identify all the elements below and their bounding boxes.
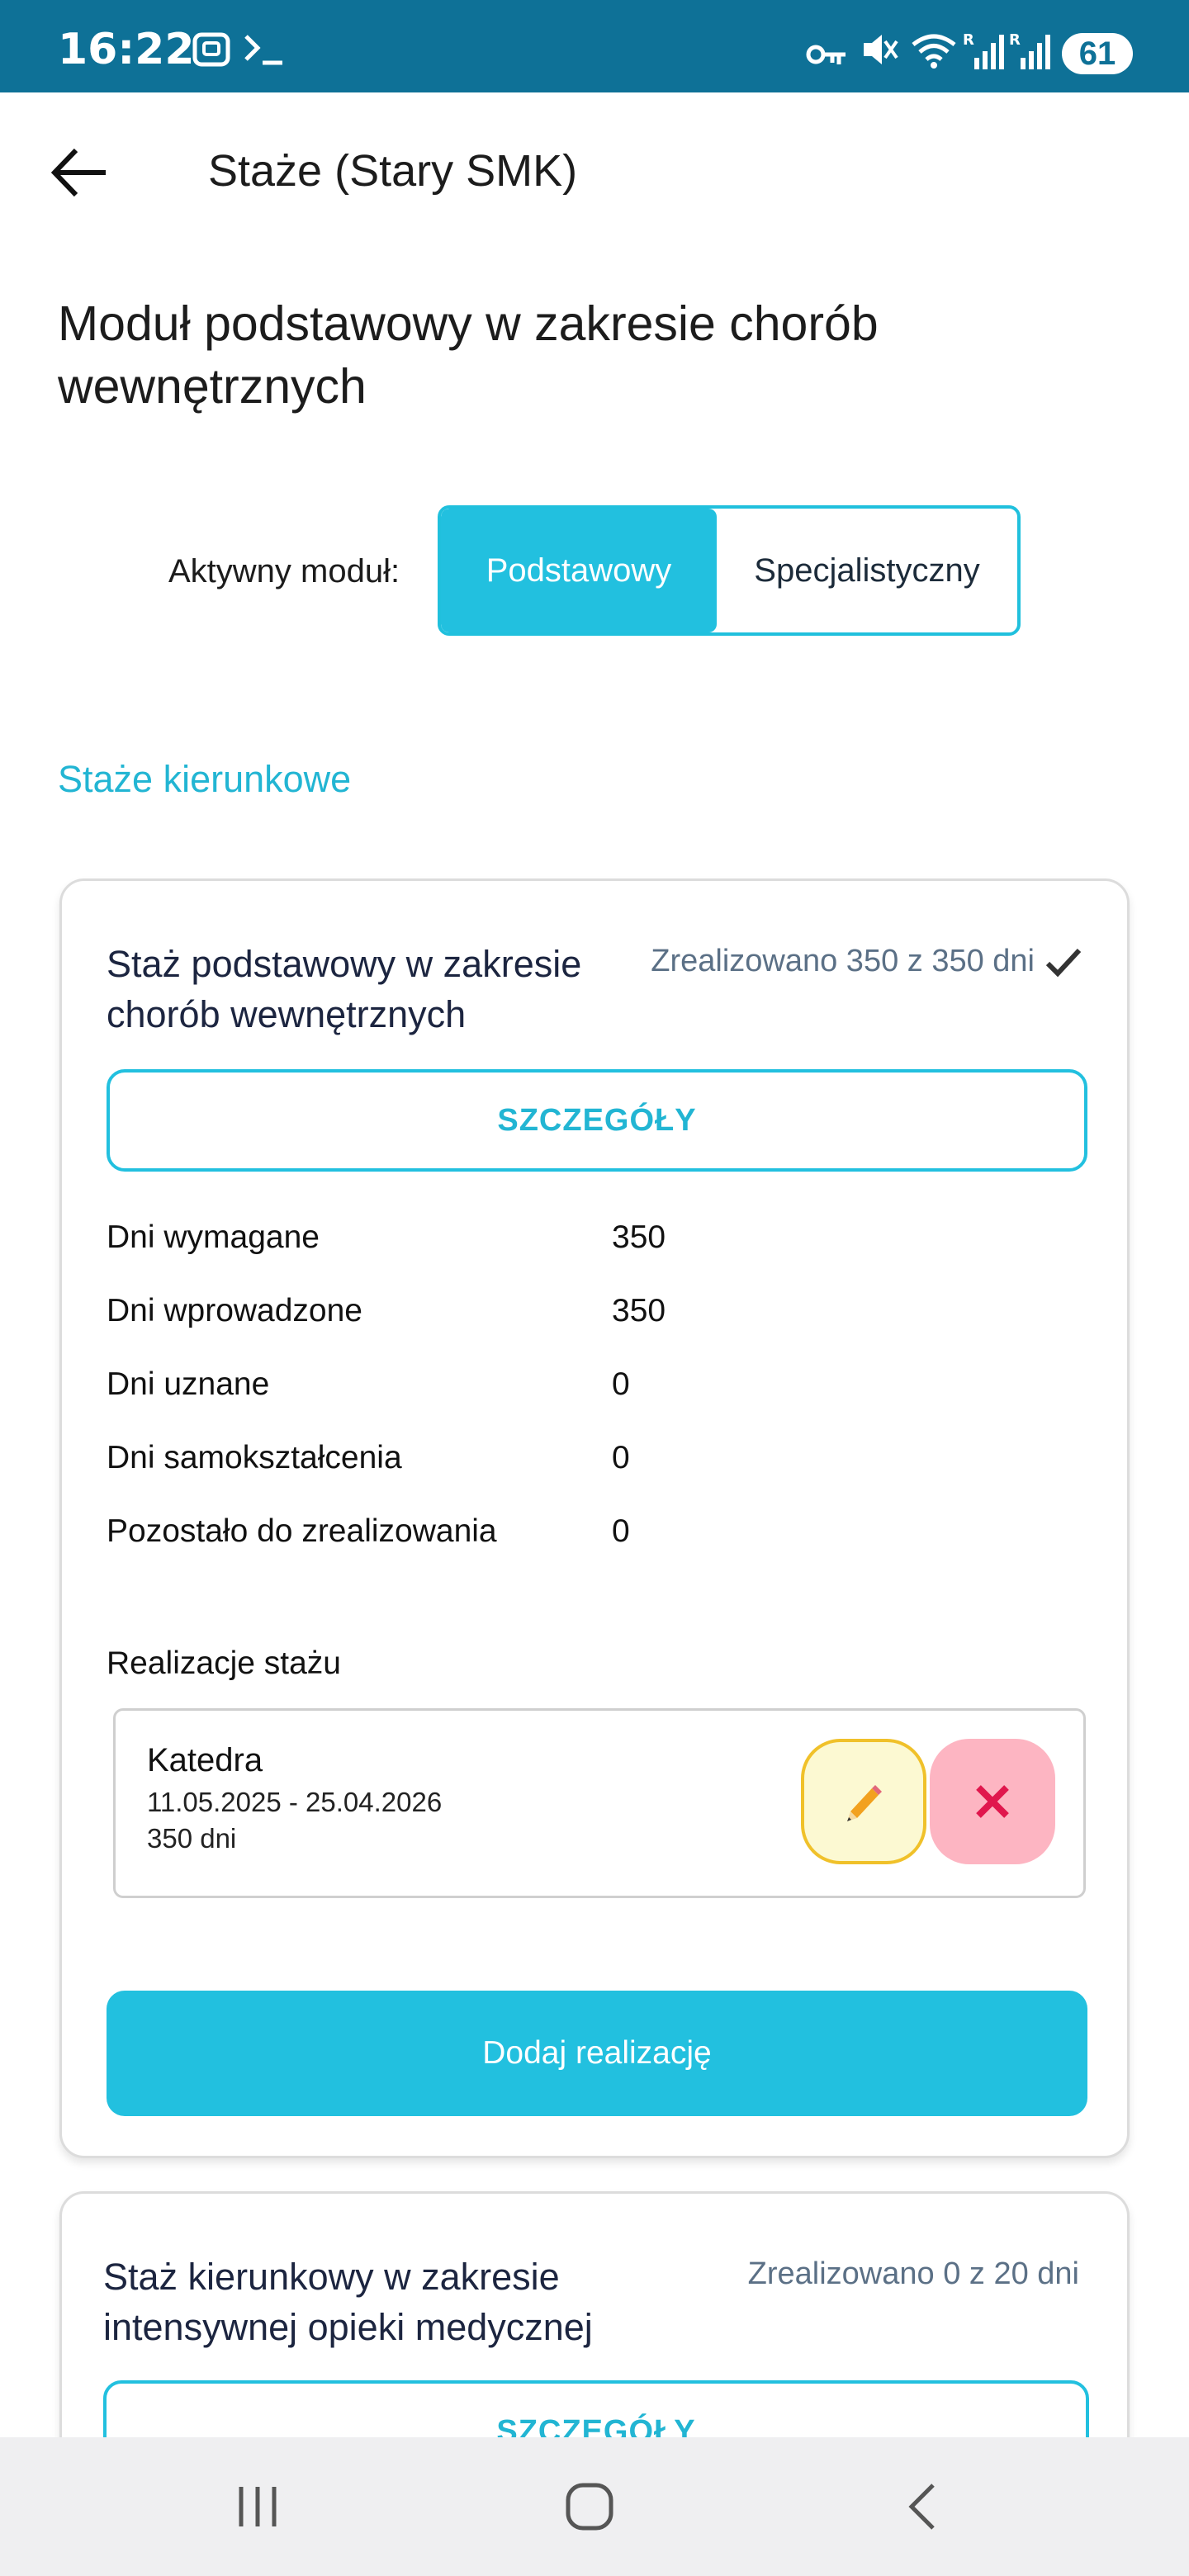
stat-value: 0 (612, 1366, 630, 1402)
internship-status-text: Zrealizowano 0 z 20 dni (747, 2256, 1079, 2291)
realization-item: Katedra 11.05.2025 - 25.04.2026 350 dni (113, 1708, 1086, 1898)
page-title: Moduł podstawowy w zakresie chorób wewnę… (58, 296, 879, 414)
vpn-key-icon (806, 45, 846, 64)
check-icon (1045, 948, 1082, 977)
svg-text:R: R (1009, 31, 1021, 49)
pencil-icon (847, 1785, 882, 1821)
details-button[interactable]: SZCZEGÓŁY (107, 1069, 1087, 1172)
section-title: Staże kierunkowe (58, 758, 352, 800)
internship-status: Zrealizowano 0 z 20 dni (748, 2256, 1079, 2292)
wifi-icon (912, 34, 956, 69)
internship-title: Staż podstawowy w zakresie chorób wewnęt… (107, 943, 582, 1035)
stat-value: 0 (612, 1440, 630, 1475)
recent-apps-icon[interactable] (233, 2482, 282, 2531)
active-module-label: Aktywny moduł: (168, 553, 400, 590)
stat-row: Dni samokształcenia 0 (107, 1440, 1087, 1489)
mute-icon (864, 35, 898, 64)
internship-card: Staż podstawowy w zakresie chorób wewnęt… (59, 878, 1130, 2158)
status-bar: 16:22 R R 61 (0, 0, 1189, 92)
system-nav-bar (0, 2437, 1189, 2576)
stat-label: Dni wymagane (107, 1219, 320, 1255)
stat-value: 350 (612, 1219, 666, 1255)
module-option-specjalistyczny[interactable]: Specjalistyczny (717, 509, 1017, 632)
stat-row: Dni wprowadzone 350 (107, 1293, 1087, 1342)
close-icon (976, 1785, 1009, 1818)
realization-dates: 11.05.2025 - 25.04.2026 (147, 1787, 443, 1817)
module-toggle: Podstawowy Specjalistyczny (438, 505, 1021, 636)
edit-button[interactable] (801, 1739, 926, 1864)
stat-row: Dni uznane 0 (107, 1366, 1087, 1416)
module-option-podstawowy[interactable]: Podstawowy (441, 509, 717, 632)
stat-label: Dni samokształcenia (107, 1440, 402, 1475)
back-nav-icon[interactable] (902, 2480, 943, 2533)
add-realization-button[interactable]: Dodaj realizację (107, 1991, 1087, 2116)
terminal-icon (244, 35, 282, 65)
arrow-left-icon[interactable] (48, 145, 111, 200)
realization-name: Katedra (147, 1742, 263, 1778)
screenshot-icon (192, 32, 230, 67)
battery-indicator: 61 (1062, 33, 1133, 74)
internship-title: Staż kierunkowy w zakresie intensywnej o… (103, 2256, 593, 2348)
stat-label: Pozostało do zrealizowania (107, 1513, 497, 1549)
status-time: 16:22 (58, 25, 195, 74)
signal-icon: R (1009, 31, 1050, 69)
realization-days: 350 dni (147, 1823, 237, 1854)
internship-status-text: Zrealizowano 350 z 350 dni (651, 944, 1035, 978)
svg-text:R: R (963, 31, 974, 49)
stat-value: 350 (612, 1293, 666, 1328)
internship-status: Zrealizowano 350 z 350 dni (651, 944, 1082, 979)
stat-label: Dni uznane (107, 1366, 270, 1402)
home-icon[interactable] (563, 2480, 616, 2533)
stat-label: Dni wprowadzone (107, 1293, 363, 1328)
stat-row: Dni wymagane 350 (107, 1219, 1087, 1269)
delete-button[interactable] (930, 1739, 1055, 1864)
signal-icon: R (963, 31, 1004, 69)
stat-row: Pozostało do zrealizowania 0 (107, 1513, 1087, 1563)
stat-value: 0 (612, 1513, 630, 1549)
app-bar-title: Staże (Stary SMK) (208, 146, 578, 196)
realizations-title: Realizacje stażu (107, 1646, 341, 1681)
